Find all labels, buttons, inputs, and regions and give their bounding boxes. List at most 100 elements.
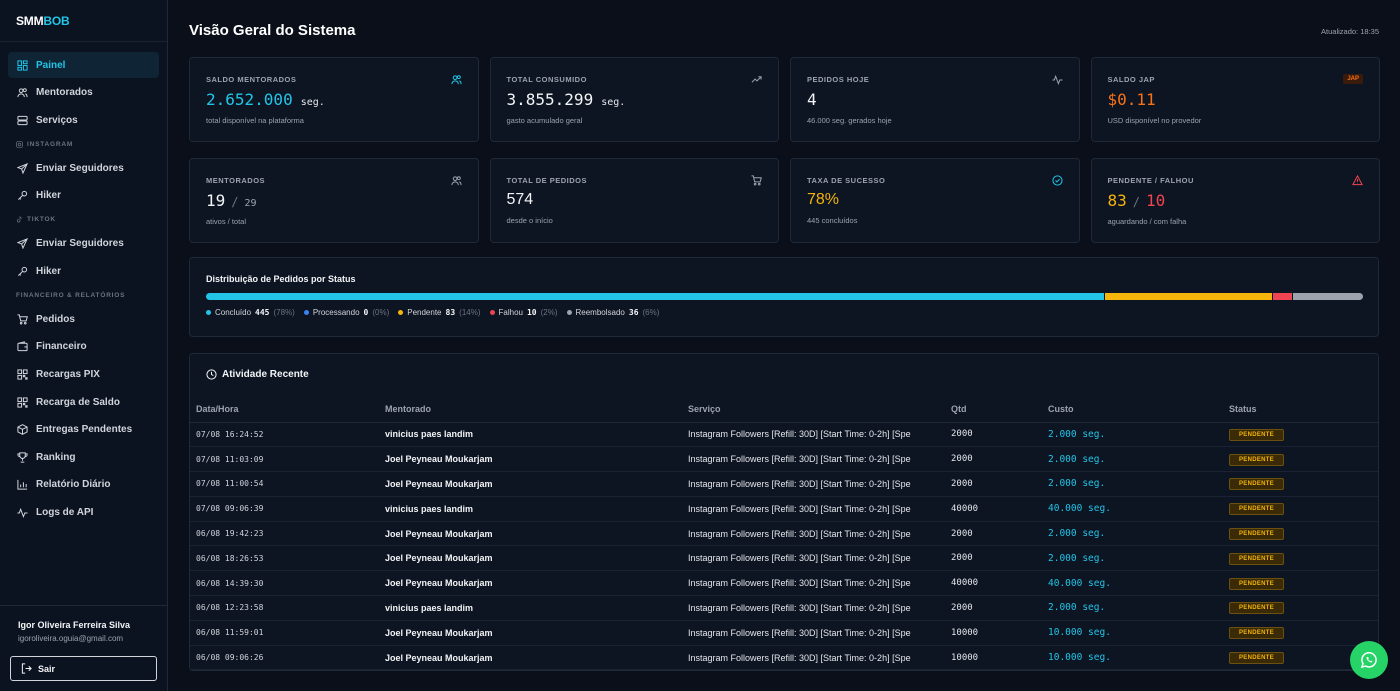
cell-status: PENDENTE bbox=[1229, 620, 1378, 646]
cell-qtd: 40000 bbox=[951, 570, 1048, 597]
activity-title-label: Atividade Recente bbox=[222, 369, 309, 380]
cell-servico: Instagram Followers [Refill: 30D] [Start… bbox=[688, 446, 951, 473]
sidebar-item-ranking[interactable]: Ranking bbox=[8, 444, 159, 470]
column-header[interactable]: Serviço bbox=[688, 397, 951, 423]
cell-status: PENDENTE bbox=[1229, 545, 1378, 572]
column-header[interactable]: Status bbox=[1229, 397, 1378, 423]
table-row[interactable]: 06/08 18:26:53 Joel Peyneau Moukarjam Inst… bbox=[190, 545, 1378, 572]
card-mentorados: MENTORADOS 19 / 29 ativos / total bbox=[189, 158, 479, 243]
card-separator: / bbox=[231, 195, 239, 209]
logout-icon bbox=[21, 663, 32, 674]
tiktok-icon bbox=[16, 216, 23, 223]
sidebar-item-label: Recarga de Saldo bbox=[36, 396, 120, 408]
bar-segment-concluído bbox=[206, 293, 1104, 300]
table-row[interactable]: 06/08 11:59:01 Joel Peyneau Moukarjam Inst… bbox=[190, 620, 1378, 646]
sidebar-item-label: Logs de API bbox=[36, 507, 94, 519]
column-header[interactable]: Mentorado bbox=[385, 397, 688, 423]
sidebar-item-mentorados[interactable]: Mentorados bbox=[8, 80, 159, 106]
card-unit: seg. bbox=[300, 97, 325, 108]
legend-dot bbox=[206, 310, 211, 315]
table-row[interactable]: 07/08 16:24:52 vinicius paes landim Instag… bbox=[190, 422, 1378, 448]
table-row[interactable]: 07/08 09:06:39 vinicius paes landim Instag… bbox=[190, 496, 1378, 522]
cell-date: 06/08 11:59:01 bbox=[190, 620, 385, 646]
column-header[interactable]: Custo bbox=[1048, 397, 1229, 423]
table-row[interactable]: 06/08 09:06:26 Joel Peyneau Moukarjam Inst… bbox=[190, 645, 1378, 671]
cell-mentorado: Joel Peyneau Moukarjam bbox=[385, 471, 688, 497]
table-body: 07/08 16:24:52 vinicius paes landim Instag… bbox=[190, 422, 1378, 671]
sidebar-item-label: Enviar Seguidores bbox=[36, 162, 124, 174]
package-icon bbox=[16, 424, 28, 436]
column-header[interactable]: Qtd bbox=[951, 397, 1048, 423]
updated-timestamp: Atualizado: 18:35 bbox=[1321, 27, 1379, 36]
cell-custo: 2.000 seg. bbox=[1048, 521, 1229, 547]
user-panel: Igor Oliveira Ferreira Silva igoroliveir… bbox=[0, 605, 167, 691]
card-pedidos-hoje: PEDIDOS HOJE 4 46.000 seg. gerados hoje bbox=[790, 57, 1080, 142]
sidebar-item-ig-enviar-seguidores[interactable]: Enviar Seguidores bbox=[8, 155, 159, 181]
table-row[interactable]: 06/08 19:42:23 Joel Peyneau Moukarjam Inst… bbox=[190, 521, 1378, 547]
legend-percent: (6%) bbox=[642, 308, 660, 317]
sidebar-item-tt-hiker[interactable]: Hiker bbox=[8, 258, 159, 284]
jap-badge: JAP bbox=[1343, 74, 1363, 84]
table-row[interactable]: 07/08 11:00:54 Joel Peyneau Moukarjam Inst… bbox=[190, 471, 1378, 497]
logo[interactable]: SMM BOB bbox=[0, 0, 167, 42]
legend-item: Pendente 83 (14%) bbox=[398, 308, 481, 317]
cell-custo: 2.000 seg. bbox=[1048, 471, 1229, 497]
cell-custo: 40.000 seg. bbox=[1048, 570, 1229, 597]
sidebar-item-label: Relatório Diário bbox=[36, 479, 111, 491]
sidebar-item-logs-api[interactable]: Logs de API bbox=[8, 500, 159, 526]
cell-status: PENDENTE bbox=[1229, 422, 1378, 448]
sidebar-item-relatorio-diario[interactable]: Relatório Diário bbox=[8, 472, 159, 498]
sidebar-item-tt-enviar-seguidores[interactable]: Enviar Seguidores bbox=[8, 231, 159, 257]
table-row[interactable]: 06/08 12:23:58 vinicius paes landim Instag… bbox=[190, 595, 1378, 621]
cart-icon bbox=[751, 175, 762, 186]
cell-mentorado: vinicius paes landim bbox=[385, 595, 688, 621]
instagram-icon bbox=[16, 140, 23, 148]
table-row[interactable]: 06/08 14:39:30 Joel Peyneau Moukarjam Inst… bbox=[190, 570, 1378, 597]
card-description: gasto acumulado geral bbox=[506, 116, 583, 125]
cell-date: 06/08 19:42:23 bbox=[190, 521, 385, 547]
card-label: PEDIDOS HOJE bbox=[807, 75, 870, 84]
sidebar-item-recarga-saldo[interactable]: Recarga de Saldo bbox=[8, 389, 159, 415]
cell-mentorado: Joel Peyneau Moukarjam bbox=[385, 545, 688, 572]
status-badge: PENDENTE bbox=[1229, 503, 1285, 516]
card-description: total disponível na plataforma bbox=[206, 116, 304, 125]
qr-icon bbox=[16, 396, 28, 408]
users-icon bbox=[450, 74, 462, 85]
status-badge: PENDENTE bbox=[1229, 652, 1285, 665]
sidebar-item-entregas-pendentes[interactable]: Entregas Pendentes bbox=[8, 417, 159, 443]
whatsapp-button[interactable] bbox=[1350, 641, 1388, 679]
card-label: MENTORADOS bbox=[206, 176, 266, 185]
user-email: igoroliveira.oguia@gmail.com bbox=[18, 634, 124, 643]
legend-label: Pendente bbox=[407, 308, 442, 317]
card-description: desde o início bbox=[506, 216, 553, 225]
legend-count: 36 bbox=[628, 308, 639, 317]
card-taxa-sucesso: TAXA DE SUCESSO 78% 445 concluídos bbox=[790, 158, 1080, 243]
sidebar-item-label: Recargas PIX bbox=[36, 369, 100, 381]
activity-icon bbox=[1051, 74, 1063, 85]
sidebar-item-servicos[interactable]: Serviços bbox=[8, 107, 159, 133]
cell-mentorado: Joel Peyneau Moukarjam bbox=[385, 620, 688, 646]
key-icon bbox=[16, 265, 28, 277]
card-description: 445 concluídos bbox=[807, 216, 858, 225]
table-row[interactable]: 07/08 11:03:09 Joel Peyneau Moukarjam Inst… bbox=[190, 446, 1378, 473]
card-value: 4 bbox=[807, 90, 817, 109]
legend-item: Processando 0 (0%) bbox=[303, 308, 389, 317]
card-description: aguardando / com falha bbox=[1107, 217, 1187, 226]
sidebar-item-recargas-pix[interactable]: Recargas PIX bbox=[8, 362, 159, 388]
section-instagram: INSTAGRAM bbox=[0, 137, 167, 151]
sidebar-item-painel[interactable]: Painel bbox=[8, 52, 159, 78]
wallet-icon bbox=[16, 341, 28, 353]
sidebar-item-financeiro[interactable]: Financeiro bbox=[8, 334, 159, 360]
server-icon bbox=[16, 114, 28, 126]
distribution-legend: Concluído 445 (78%) Processando 0 (0%) Pendent… bbox=[206, 308, 1362, 317]
sidebar-item-ig-hiker[interactable]: Hiker bbox=[8, 183, 159, 209]
table-header-row: Data/Hora Mentorado Serviço Qtd Custo Status bbox=[190, 397, 1378, 423]
status-badge: PENDENTE bbox=[1229, 552, 1285, 565]
sidebar-item-label: Hiker bbox=[36, 190, 62, 202]
column-header[interactable]: Data/Hora bbox=[190, 397, 385, 423]
card-label: TOTAL DE PEDIDOS bbox=[506, 176, 588, 185]
cell-qtd: 2000 bbox=[951, 446, 1048, 473]
logout-button[interactable]: Sair bbox=[10, 656, 157, 681]
sidebar-item-pedidos[interactable]: Pedidos bbox=[8, 306, 159, 332]
card-value: 574 bbox=[506, 191, 534, 208]
